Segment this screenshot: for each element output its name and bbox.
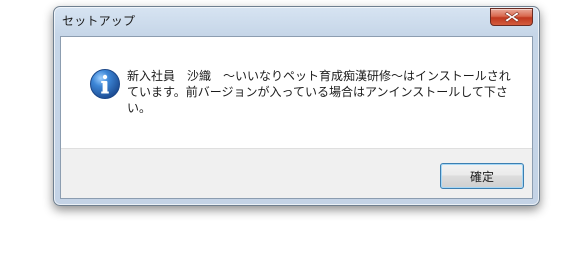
dialog-client-area: 新入社員 沙織 ～いいなりペット育成痴漢研修～はインストールされています。前バー… bbox=[60, 36, 533, 199]
title-bar[interactable]: セットアップ bbox=[54, 7, 539, 36]
window-title: セットアップ bbox=[62, 14, 136, 28]
close-button[interactable] bbox=[490, 8, 533, 26]
message-area: 新入社員 沙織 ～いいなりペット育成痴漢研修～はインストールされています。前バー… bbox=[61, 37, 532, 148]
button-area: 確定 bbox=[61, 148, 532, 198]
message-text: 新入社員 沙織 ～いいなりペット育成痴漢研修～はインストールされています。前バー… bbox=[127, 69, 511, 115]
ok-button[interactable]: 確定 bbox=[440, 163, 524, 189]
close-x-icon bbox=[504, 11, 519, 23]
information-icon bbox=[90, 69, 120, 99]
setup-dialog: セットアップ 新入社員 沙織 ～いいなりペット育成痴漢研修～はインストールされて… bbox=[53, 6, 540, 206]
